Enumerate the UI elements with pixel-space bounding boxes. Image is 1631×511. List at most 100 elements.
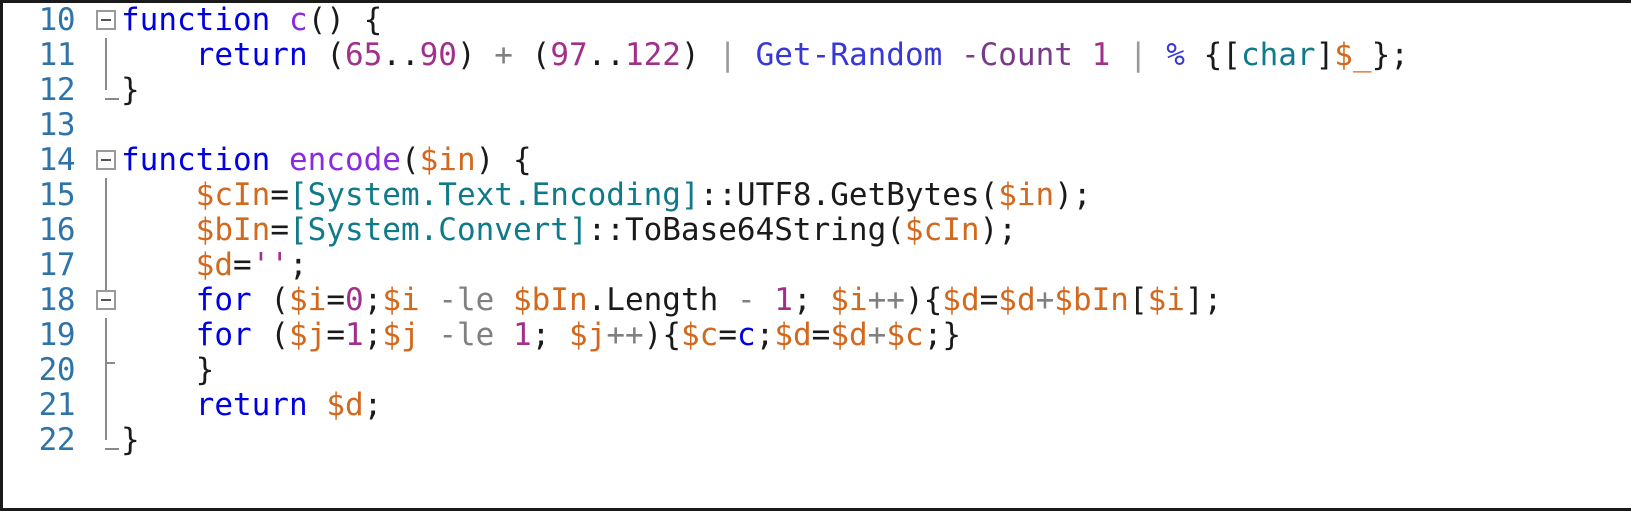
code-line-15-text: $cIn=[System.Text.Encoding]::UTF8.GetByt… (121, 178, 1092, 213)
code-line-21[interactable]: 21 return $d; (3, 388, 1631, 423)
token-variable-d: $d (195, 247, 233, 283)
token-index-open: [ (1128, 282, 1148, 318)
token-assign-2: = (718, 317, 737, 353)
token-paren-close: ) (643, 317, 663, 353)
token-pipe-1: | (699, 37, 756, 73)
line-number-10: 10 (38, 2, 76, 38)
token-index-close: ] (1184, 282, 1204, 318)
fold-inner-region-end-tick (105, 362, 115, 364)
fold-region-end-elbow (105, 448, 119, 450)
token-variable-bIn-2: $bIn (1054, 282, 1129, 318)
token-parens-brace: () { (307, 2, 383, 38)
token-keyword-function: function (121, 142, 271, 178)
code-line-11[interactable]: 11 return (65..90) + (97..122) | Get-Ran… (3, 38, 1631, 73)
token-variable-j-3: $j (568, 317, 607, 353)
token-type-char: char (1240, 37, 1316, 73)
code-line-15[interactable]: 15 $cIn=[System.Text.Encoding]::UTF8.Get… (3, 178, 1631, 213)
line-number-17: 17 (38, 247, 76, 283)
code-line-19[interactable]: 19 for ($j=1;$j -le 1; $j++){$c=c;$d=$d+… (3, 318, 1631, 353)
token-variable-d-2: $d (830, 317, 868, 353)
token-semicolon: ; (363, 387, 383, 423)
code-line-16[interactable]: 16 $bIn=[System.Convert]::ToBase64String… (3, 213, 1631, 248)
code-line-20-text: } (121, 352, 215, 388)
token-plus-operator: + (867, 317, 887, 353)
code-line-14[interactable]: 14 function encode($in) { (3, 143, 1631, 178)
token-call-c: c (736, 317, 756, 353)
token-variable-bIn: $bIn (512, 282, 588, 318)
token-number-1: 1 (774, 282, 793, 318)
token-keyword-function: function (121, 2, 271, 38)
token-assign: = (270, 177, 289, 213)
token-brace-open: { (923, 282, 943, 318)
token-variable-j-2: $j (382, 317, 420, 353)
token-plus-operator: + (1035, 282, 1055, 318)
fold-column-10[interactable] (91, 3, 121, 38)
token-bracket-close: ] (1315, 37, 1335, 73)
fold-guide-line (105, 178, 107, 213)
line-number-16: 16 (38, 212, 76, 248)
code-line-14-text: function encode($in) { (121, 143, 532, 178)
code-line-13[interactable]: 13 (3, 108, 1631, 143)
line-number-19: 19 (38, 317, 76, 353)
code-line-18[interactable]: 18 for ($i=0;$i -le $bIn.Length - 1; $i+… (3, 283, 1631, 318)
line-number-22: 22 (38, 422, 76, 458)
token-variable-i: $i (288, 282, 327, 318)
fold-column-14[interactable] (91, 143, 121, 178)
fold-minus-box-icon[interactable] (96, 10, 116, 30)
token-minus-operator: - (718, 282, 775, 318)
token-variable-cIn: $cIn (904, 212, 980, 248)
code-line-16-text: $bIn=[System.Convert]::ToBase64String($c… (121, 213, 1017, 248)
token-semicolon-2: ; (792, 282, 831, 318)
code-editor-viewport[interactable]: 10 function c() { 11 return (65..90) + (… (3, 3, 1631, 508)
token-variable-d: $d (326, 387, 364, 423)
fold-minus-box-icon[interactable] (96, 150, 116, 170)
fold-guide-line (105, 353, 107, 388)
token-brace-close: } (121, 422, 140, 458)
token-range-operator: .. (382, 37, 420, 73)
fold-column-11 (91, 38, 121, 73)
line-number-11: 11 (38, 37, 76, 73)
token-member-tobase64string: ToBase64String (624, 212, 887, 248)
token-static-scope: :: (699, 177, 737, 213)
code-line-12-text: } (121, 73, 140, 108)
line-number-18: 18 (38, 282, 76, 318)
token-variable-cIn: $cIn (195, 177, 271, 213)
code-line-12[interactable]: 12 } (3, 73, 1631, 108)
token-variable-i-2: $i (382, 282, 420, 318)
code-line-21-text: return $d; (121, 387, 383, 423)
token-paren-open: ( (251, 317, 289, 353)
token-paren-open: ( (886, 212, 905, 248)
token-paren-close-1: ) (456, 37, 476, 73)
code-line-22[interactable]: 22 } (3, 423, 1631, 458)
fold-guide-line (105, 423, 107, 440)
fold-minus-box-icon[interactable] (96, 290, 116, 310)
token-semicolon: ; (1390, 37, 1409, 73)
line-number-21: 21 (38, 387, 76, 423)
line-number-14: 14 (38, 142, 76, 178)
token-semicolon-1: ; (363, 282, 383, 318)
token-semicolon-4: ; (923, 317, 943, 353)
token-variable-i-3: $i (830, 282, 868, 318)
token-bracket-open: [ (1222, 37, 1241, 73)
code-line-20[interactable]: 20 } (3, 353, 1631, 388)
token-brace-close: } (195, 352, 215, 388)
code-line-10[interactable]: 10 function c() { (3, 3, 1631, 38)
token-string-empty: '' (251, 247, 289, 283)
token-operator-le: -le (419, 282, 513, 318)
code-line-17[interactable]: 17 $d=''; (3, 248, 1631, 283)
fold-column-21 (91, 388, 121, 423)
token-paren-close-2: ) (680, 37, 700, 73)
token-member-length: .Length (587, 282, 719, 318)
token-number-1: 1 (1072, 37, 1111, 73)
token-member-getbytes: UTF8.GetBytes (736, 177, 980, 213)
token-percent-alias: % (1166, 37, 1185, 73)
fold-guide-line (105, 248, 107, 283)
fold-column-18[interactable] (91, 283, 121, 318)
